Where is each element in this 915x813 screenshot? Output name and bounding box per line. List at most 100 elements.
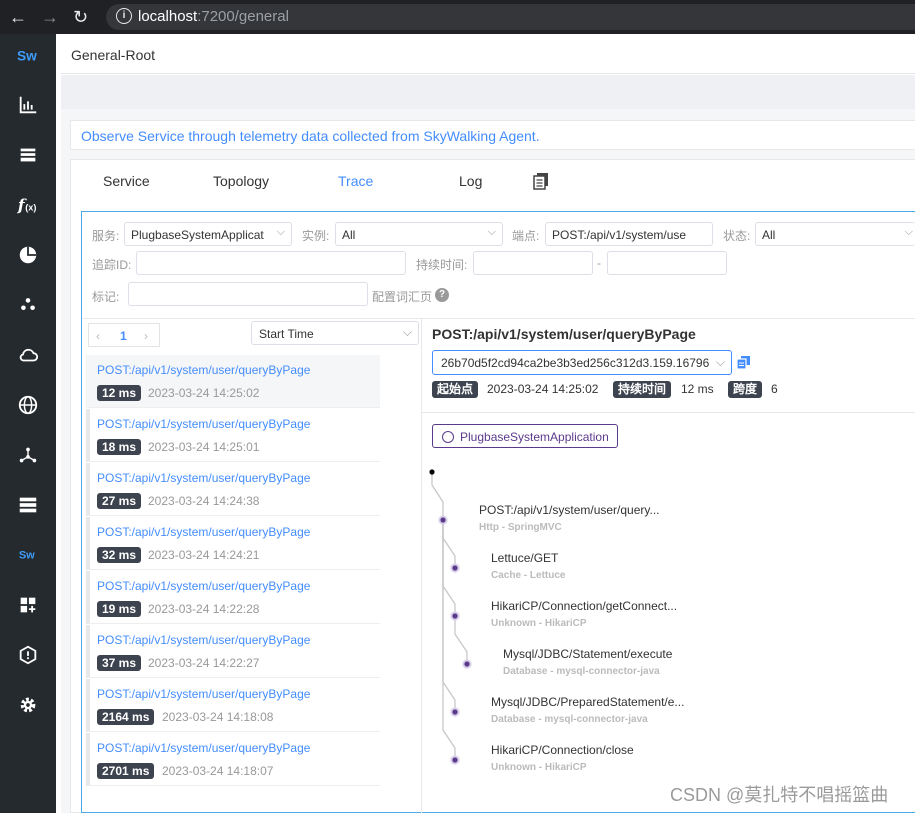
browser-toolbar: ← → ↻ i localhost:7200/general — [0, 0, 915, 34]
shield-hexagon-icon[interactable] — [0, 635, 56, 675]
stack-layers-icon[interactable] — [0, 135, 56, 175]
back-arrow-icon[interactable]: ← — [9, 7, 27, 27]
trace-list-item[interactable]: POST:/api/v1/system/user/queryByPage 2701… — [86, 733, 380, 786]
site-info-icon[interactable]: i — [116, 8, 132, 24]
span-component: Unknown - HikariCP — [491, 762, 587, 773]
span-name[interactable]: POST:/api/v1/system/user/query... — [479, 503, 660, 517]
span-node — [450, 611, 460, 621]
svg-text:Sw: Sw — [17, 49, 37, 64]
trace-duration-badge: 19 ms — [97, 601, 142, 617]
trace-start-time: 2023-03-24 14:18:07 — [162, 764, 274, 778]
tab-service[interactable]: Service — [103, 173, 150, 189]
trace-endpoint-link[interactable]: POST:/api/v1/system/user/queryByPage — [97, 741, 310, 755]
help-question-icon[interactable]: ? — [435, 288, 449, 302]
reload-icon[interactable]: ↻ — [73, 7, 88, 27]
settings-gear-icon[interactable] — [0, 685, 56, 725]
trace-endpoint-link[interactable]: POST:/api/v1/system/user/queryByPage — [97, 687, 310, 701]
chevron-down-icon: ⌵ — [904, 226, 913, 238]
status-select[interactable]: All ⌵ — [755, 222, 915, 246]
trace-id-select[interactable]: 26b70d5f2cd94ca2be3b3ed256c312d3.159.167… — [432, 350, 732, 375]
trace-endpoint-link[interactable]: POST:/api/v1/system/user/queryByPage — [97, 471, 310, 485]
trace-start-time: 2023-03-24 14:18:08 — [162, 710, 274, 724]
spans-value: 6 — [771, 382, 778, 396]
trace-list-item[interactable]: POST:/api/v1/system/user/queryByPage 18 m… — [86, 409, 380, 462]
next-page-button[interactable]: › — [144, 329, 148, 343]
trace-duration-badge: 2701 ms — [97, 763, 155, 779]
span-component: Unknown - HikariCP — [491, 618, 587, 629]
document-copy-icon[interactable] — [532, 172, 550, 195]
span-node — [450, 563, 460, 573]
trace-duration-badge: 2164 ms — [97, 709, 155, 725]
server-list-icon[interactable] — [0, 485, 56, 525]
trace-endpoint-link[interactable]: POST:/api/v1/system/user/queryByPage — [97, 363, 310, 377]
trace-list-item[interactable]: POST:/api/v1/system/user/queryByPage 2164… — [86, 679, 380, 732]
duration-max-input[interactable] — [607, 251, 727, 275]
skywalking-small-icon[interactable]: Sw — [0, 535, 56, 575]
chevron-down-icon: ⌵ — [487, 226, 496, 238]
tab-topology[interactable]: Topology — [213, 173, 269, 189]
pie-chart-icon[interactable] — [0, 235, 56, 275]
duration-min-input[interactable] — [473, 251, 593, 275]
trace-endpoint-link[interactable]: POST:/api/v1/system/user/queryByPage — [97, 525, 310, 539]
forward-arrow-icon[interactable]: → — [41, 7, 59, 27]
trace-start-time: 2023-03-24 14:25:01 — [148, 440, 260, 454]
globe-icon[interactable] — [0, 385, 56, 425]
trace-list-item[interactable]: POST:/api/v1/system/user/queryByPage 32 m… — [86, 517, 380, 570]
pagination: ‹ 1 › — [88, 323, 160, 347]
tab-trace[interactable]: Trace — [338, 173, 373, 189]
trace-list-item[interactable]: POST:/api/v1/system/user/queryByPage 12 m… — [86, 355, 380, 408]
duration-label: 持续时间: — [416, 258, 468, 272]
page-header: General-Root — [61, 36, 915, 74]
dashboard-chart-icon[interactable] — [0, 85, 56, 125]
prev-page-button[interactable]: ‹ — [96, 329, 100, 343]
span-node — [462, 659, 472, 669]
trace-duration-badge: 12 ms — [97, 385, 142, 401]
current-page[interactable]: 1 — [120, 329, 127, 343]
span-node — [450, 707, 460, 717]
trace-list-item[interactable]: POST:/api/v1/system/user/queryByPage 27 m… — [86, 463, 380, 516]
sort-select[interactable]: Start Time ⌵ — [251, 321, 419, 345]
span-node — [450, 755, 460, 765]
network-node-icon[interactable] — [0, 435, 56, 475]
service-legend-chip[interactable]: PlugbaseSystemApplication — [432, 424, 618, 448]
trace-endpoint-link[interactable]: POST:/api/v1/system/user/queryByPage — [97, 633, 310, 647]
endpoint-input[interactable]: POST:/api/v1/system/use — [545, 222, 713, 246]
trace-id-input[interactable] — [136, 251, 406, 275]
info-banner-text: Observe Service through telemetry data c… — [81, 128, 540, 144]
trace-list-item[interactable]: POST:/api/v1/system/user/queryByPage 19 m… — [86, 571, 380, 624]
cluster-dots-icon[interactable] — [0, 285, 56, 325]
span-name[interactable]: HikariCP/Connection/close — [491, 743, 634, 757]
span-name[interactable]: Lettuce/GET — [491, 551, 558, 565]
cloud-icon[interactable] — [0, 335, 56, 375]
trace-list-item[interactable]: POST:/api/v1/system/user/queryByPage 37 m… — [86, 625, 380, 678]
tag-input[interactable] — [128, 282, 368, 306]
span-name[interactable]: HikariCP/Connection/getConnect... — [491, 599, 677, 613]
span-name[interactable]: Mysql/JDBC/PreparedStatement/e... — [491, 695, 684, 709]
trace-endpoint-link[interactable]: POST:/api/v1/system/user/queryByPage — [97, 417, 310, 431]
instance-select[interactable]: All ⌵ — [335, 222, 503, 246]
span-component: Database - mysql-connector-java — [491, 714, 648, 725]
copy-icon[interactable] — [736, 356, 750, 374]
duration-separator: - — [597, 256, 601, 270]
status-label: 状态: — [723, 229, 751, 243]
instance-label: 实例: — [302, 229, 330, 243]
tab-log[interactable]: Log — [459, 173, 482, 189]
service-label: 服务: — [92, 229, 120, 243]
span-tree — [429, 469, 472, 765]
skywalking-logo-icon[interactable]: Sw — [0, 36, 56, 76]
function-icon[interactable]: f (x) — [0, 185, 56, 225]
trace-start-time: 2023-03-24 14:24:21 — [148, 548, 260, 562]
start-tag: 起始点 — [432, 381, 479, 398]
svg-text:Sw: Sw — [19, 550, 35, 562]
span-name[interactable]: Mysql/JDBC/Statement/execute — [503, 647, 672, 661]
chevron-down-icon: ⌵ — [276, 226, 285, 238]
trace-endpoint-link[interactable]: POST:/api/v1/system/user/queryByPage — [97, 579, 310, 593]
trace-duration-badge: 37 ms — [97, 655, 142, 671]
watermark: CSDN @莫扎特不唱摇篮曲 — [670, 785, 889, 805]
address-bar[interactable]: i localhost:7200/general — [106, 4, 915, 30]
add-widget-icon[interactable] — [0, 585, 56, 625]
chevron-down-icon: ⌵ — [713, 355, 725, 370]
service-select[interactable]: PlugbaseSystemApplicat ⌵ — [124, 222, 292, 246]
service-ring-icon — [442, 431, 454, 443]
sidebar: Sw f (x) Sw — [0, 34, 56, 813]
